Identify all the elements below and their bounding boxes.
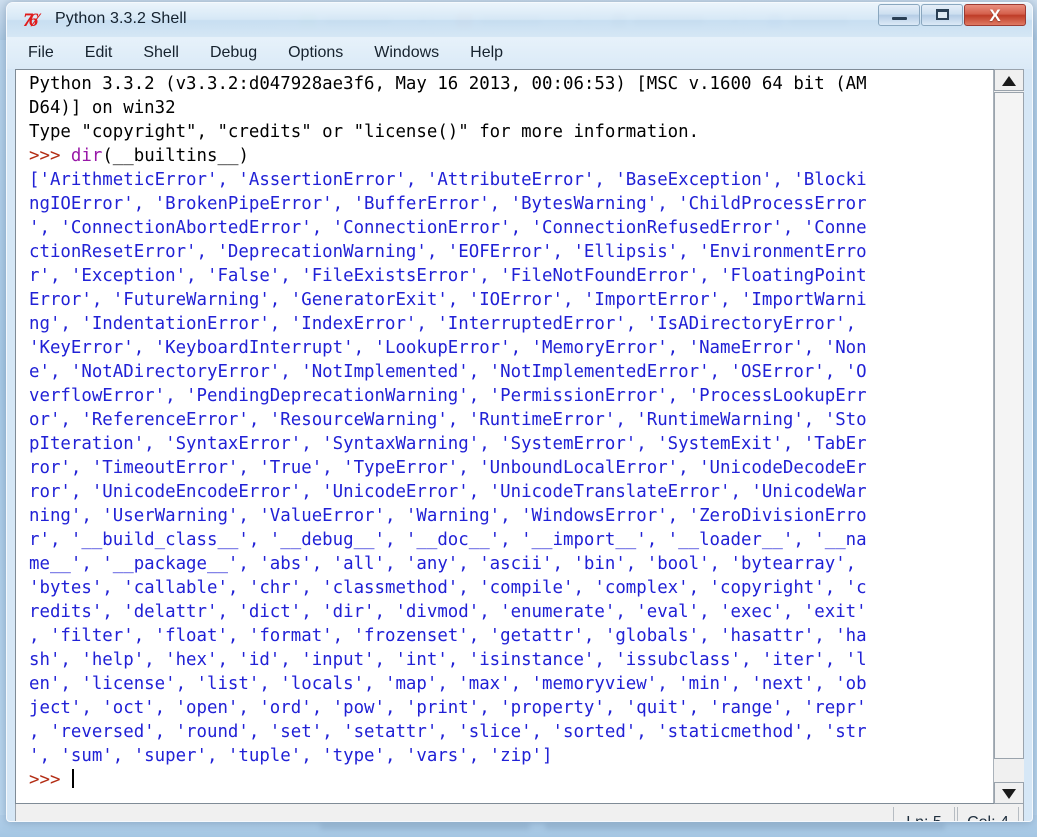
screen: 7/6 Python 3.3.2 Shell X File Edit Shell… bbox=[0, 0, 1037, 837]
menu-item-help[interactable]: Help bbox=[467, 43, 506, 63]
shell-output-line: ng', 'IndentationError', 'IndexError', '… bbox=[29, 314, 857, 334]
menu-item-shell[interactable]: Shell bbox=[140, 43, 182, 63]
status-bar: Ln: 5 Col: 4 bbox=[15, 804, 1024, 821]
shell-output-line: me__', '__package__', 'abs', 'all', 'any… bbox=[29, 554, 857, 574]
shell-output-line: redits', 'delattr', 'dict', 'dir', 'divm… bbox=[29, 602, 867, 622]
shell-banner-line: Python 3.3.2 (v3.3.2:d047928ae3f6, May 1… bbox=[29, 74, 867, 94]
title-bar[interactable]: 7/6 Python 3.3.2 Shell X bbox=[7, 3, 1032, 37]
shell-output-line: ror', 'TimeoutError', 'True', 'TypeError… bbox=[29, 458, 867, 478]
shell-active-prompt-line[interactable]: >>> bbox=[20, 768, 993, 792]
minimize-icon bbox=[892, 17, 907, 20]
shell-output-line: sh', 'help', 'hex', 'id', 'input', 'int'… bbox=[29, 650, 867, 670]
shell-text-area[interactable]: Python 3.3.2 (v3.3.2:d047928ae3f6, May 1… bbox=[16, 70, 993, 803]
shell-output-line: pIteration', 'SyntaxError', 'SyntaxWarni… bbox=[29, 434, 867, 454]
shell-output-line: ctionResetError', 'DeprecationWarning', … bbox=[29, 242, 867, 262]
python-shell-window: 7/6 Python 3.3.2 Shell X File Edit Shell… bbox=[6, 2, 1033, 822]
shell-command-line: >>> dir(__builtins__) bbox=[20, 144, 993, 168]
maximize-button[interactable] bbox=[921, 4, 963, 26]
shell-banner-line: Type "copyright", "credits" or "license(… bbox=[29, 122, 700, 142]
shell-output-line: , 'reversed', 'round', 'set', 'setattr',… bbox=[29, 722, 867, 742]
status-line-indicator: Ln: 5 bbox=[893, 807, 955, 821]
window-controls: X bbox=[877, 4, 1026, 28]
prompt-marker: >>> bbox=[29, 770, 61, 790]
shell-output-line: e', 'NotADirectoryError', 'NotImplemente… bbox=[29, 362, 867, 382]
shell-output-line: 'bytes', 'callable', 'chr', 'classmethod… bbox=[29, 578, 867, 598]
scroll-down-button[interactable] bbox=[994, 782, 1024, 804]
shell-banner-line: D64)] on win32 bbox=[29, 98, 176, 118]
shell-output-line: or', 'ReferenceError', 'ResourceWarning'… bbox=[29, 410, 867, 430]
menu-item-debug[interactable]: Debug bbox=[207, 43, 260, 63]
close-icon: X bbox=[989, 6, 1001, 25]
menu-item-options[interactable]: Options bbox=[285, 43, 346, 63]
shell-client-area: Python 3.3.2 (v3.3.2:d047928ae3f6, May 1… bbox=[15, 69, 1024, 804]
prompt-marker: >>> bbox=[29, 146, 61, 166]
command-arguments: (__builtins__) bbox=[102, 146, 249, 166]
shell-output-line: ngIOError', 'BrokenPipeError', 'BufferEr… bbox=[29, 194, 867, 214]
shell-output-line: ', 'ConnectionAbortedError', 'Connection… bbox=[29, 218, 867, 238]
scroll-up-button[interactable] bbox=[994, 69, 1024, 91]
python-idle-icon: 7/6 bbox=[23, 10, 41, 31]
scrollbar-thumb[interactable] bbox=[994, 92, 1024, 759]
menu-bar: File Edit Shell Debug Options Windows He… bbox=[7, 37, 1032, 69]
command-keyword: dir bbox=[70, 146, 103, 166]
shell-output-line: r', 'Exception', 'False', 'FileExistsErr… bbox=[29, 266, 867, 286]
maximize-icon bbox=[936, 9, 949, 20]
shell-output-line: ror', 'UnicodeEncodeError', 'UnicodeErro… bbox=[29, 482, 867, 502]
shell-output-line: Error', 'FutureWarning', 'GeneratorExit'… bbox=[29, 290, 867, 310]
menu-item-edit[interactable]: Edit bbox=[82, 43, 116, 63]
status-column-indicator: Col: 4 bbox=[957, 807, 1019, 821]
shell-output-line: ject', 'oct', 'open', 'ord', 'pow', 'pri… bbox=[29, 698, 867, 718]
window-title: Python 3.3.2 Shell bbox=[55, 10, 187, 27]
chevron-up-icon bbox=[1002, 76, 1016, 86]
shell-output-line: , 'filter', 'float', 'format', 'frozense… bbox=[29, 626, 867, 646]
vertical-scrollbar[interactable] bbox=[993, 69, 1024, 804]
shell-output-line: ', 'sum', 'super', 'tuple', 'type', 'var… bbox=[29, 746, 553, 766]
menu-item-windows[interactable]: Windows bbox=[371, 43, 442, 63]
shell-output-line: 'KeyError', 'KeyboardInterrupt', 'Lookup… bbox=[29, 338, 867, 358]
shell-output-line: r', '__build_class__', '__debug__', '__d… bbox=[29, 530, 867, 550]
chevron-down-icon bbox=[1002, 789, 1016, 799]
minimize-button[interactable] bbox=[878, 4, 920, 26]
text-caret bbox=[71, 769, 74, 788]
shell-output-line: en', 'license', 'list', 'locals', 'map',… bbox=[29, 674, 867, 694]
shell-output-line: ning', 'UserWarning', 'ValueError', 'War… bbox=[29, 506, 867, 526]
shell-output-line: verflowError', 'PendingDeprecationWarnin… bbox=[29, 386, 867, 406]
close-button[interactable]: X bbox=[964, 4, 1026, 26]
menu-item-file[interactable]: File bbox=[25, 43, 57, 63]
shell-output-line: ['ArithmeticError', 'AssertionError', 'A… bbox=[29, 170, 867, 190]
